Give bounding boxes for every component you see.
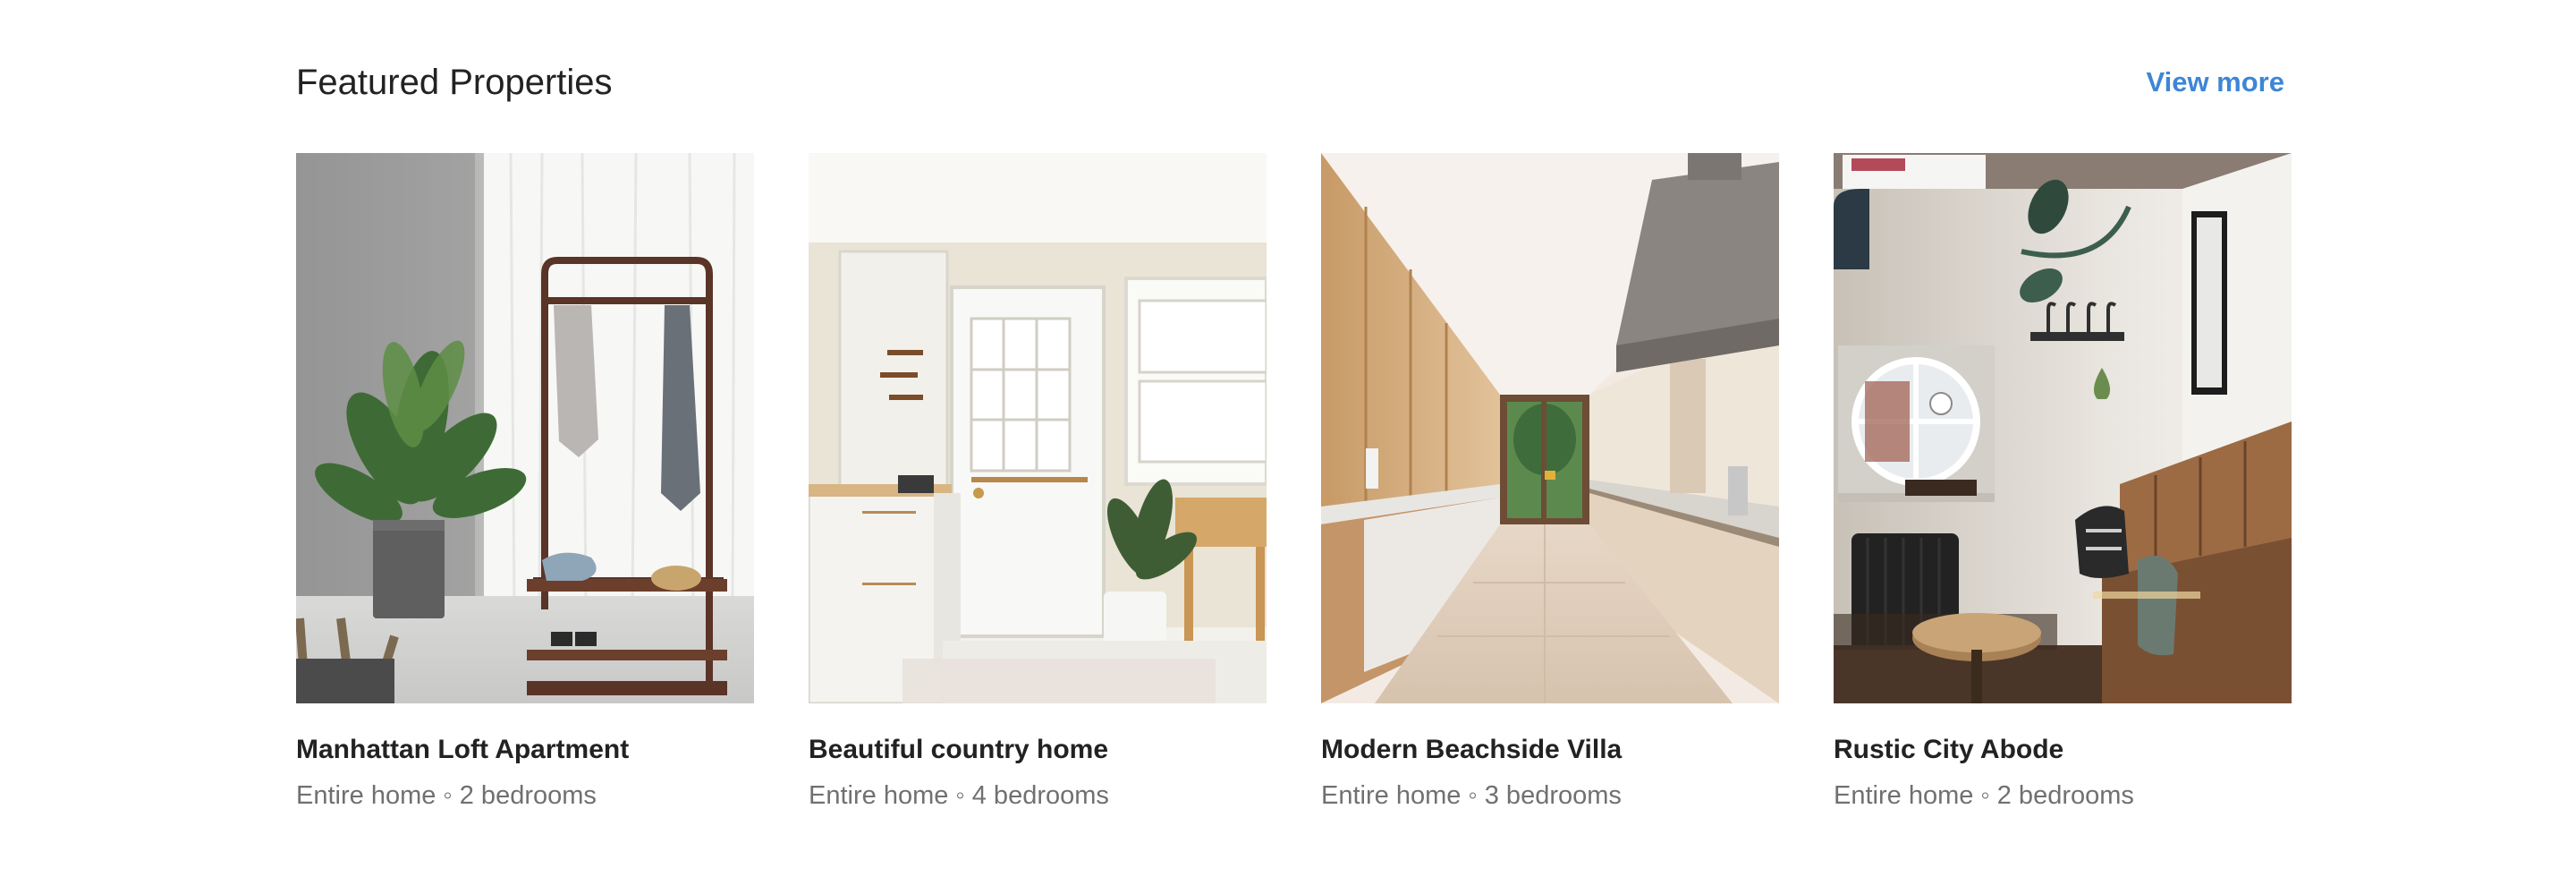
- nook-with-round-window-photo: [1834, 153, 2292, 703]
- property-card-manhattan-loft[interactable]: Manhattan Loft Apartment Entire home ◦ 2…: [296, 153, 754, 814]
- property-photo[interactable]: [296, 153, 754, 703]
- property-card-rustic-abode[interactable]: Rustic City Abode Entire home ◦ 2 bedroo…: [1834, 153, 2292, 814]
- property-photo[interactable]: [1834, 153, 2292, 703]
- property-card-country-home[interactable]: Beautiful country home Entire home ◦ 4 b…: [809, 153, 1267, 814]
- long-wooden-galley-kitchen-photo: [1321, 153, 1779, 703]
- property-details: Entire home ◦ 4 bedrooms: [809, 781, 1109, 810]
- property-details: Entire home ◦ 3 bedrooms: [1321, 781, 1622, 810]
- property-title[interactable]: Beautiful country home: [809, 730, 1267, 770]
- property-card-list: Manhattan Loft Apartment Entire home ◦ 2…: [296, 153, 2292, 814]
- property-photo[interactable]: [1321, 153, 1779, 703]
- featured-properties-section: Featured Properties View more Manhattan …: [0, 0, 2576, 877]
- white-kitchen-with-door-photo: [809, 153, 1267, 703]
- section-title: Featured Properties: [296, 63, 613, 102]
- property-details: Entire home ◦ 2 bedrooms: [296, 781, 597, 810]
- property-title[interactable]: Modern Beachside Villa: [1321, 730, 1779, 770]
- property-photo[interactable]: [809, 153, 1267, 703]
- view-more-link[interactable]: View more: [2146, 61, 2284, 104]
- loft-with-clothing-rack-photo: [296, 153, 754, 703]
- property-card-beachside-villa[interactable]: Modern Beachside Villa Entire home ◦ 3 b…: [1321, 153, 1779, 814]
- property-details: Entire home ◦ 2 bedrooms: [1834, 781, 2134, 810]
- property-title[interactable]: Manhattan Loft Apartment: [296, 730, 754, 770]
- property-title[interactable]: Rustic City Abode: [1834, 730, 2292, 770]
